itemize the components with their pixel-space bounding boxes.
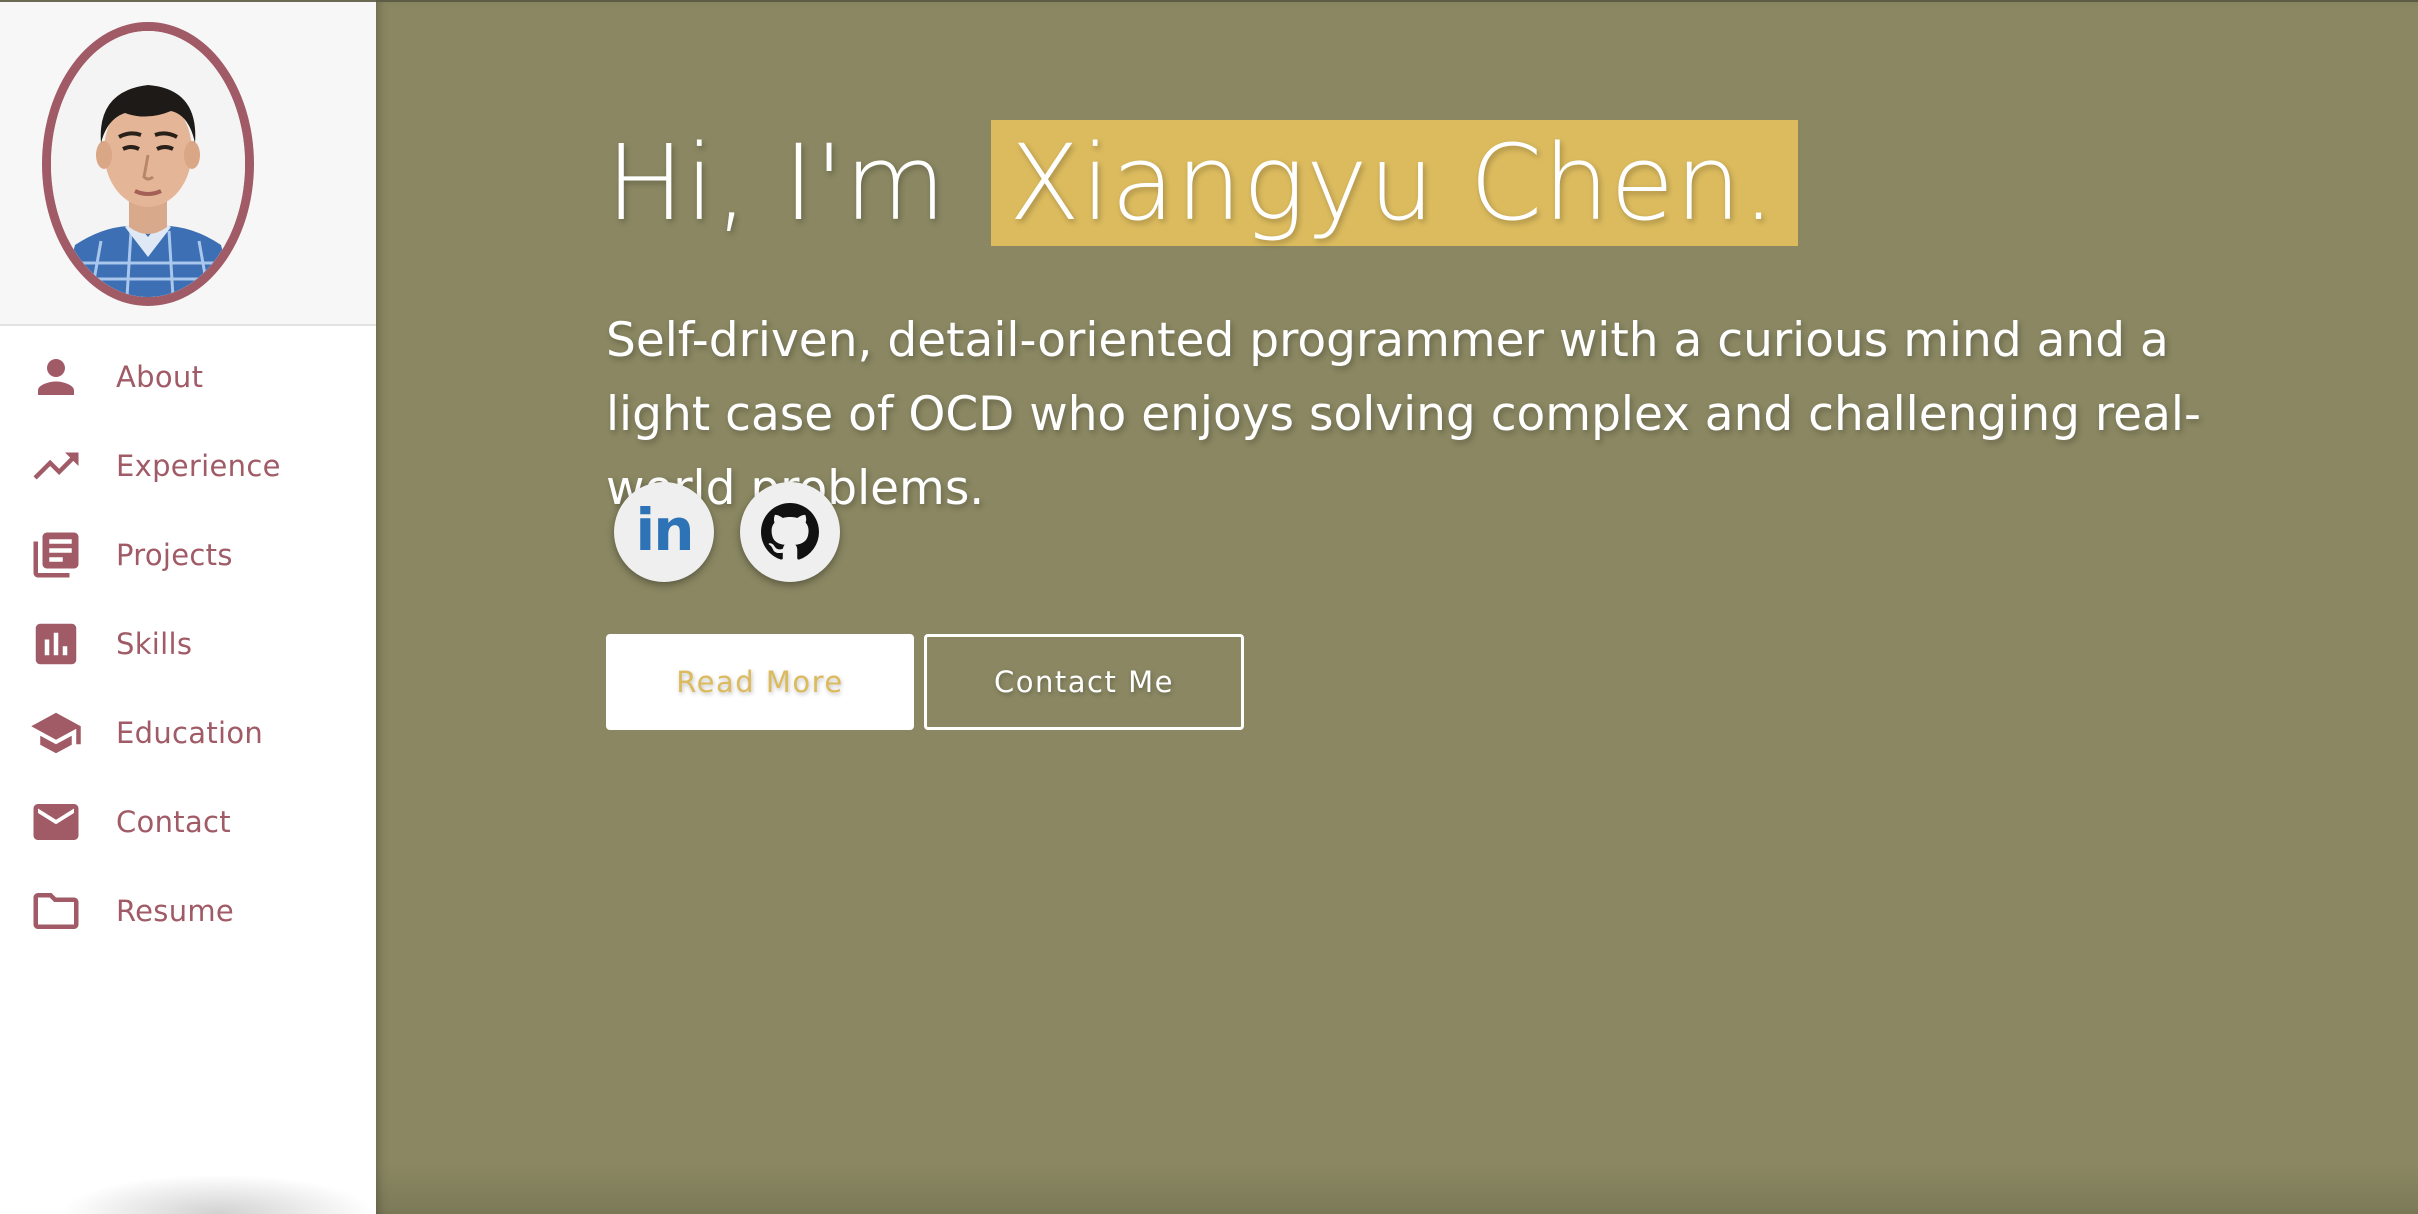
contact-me-button[interactable]: Contact Me [924, 634, 1244, 730]
hero-tagline: Self-driven, detail-oriented programmer … [606, 313, 2201, 516]
hero-actions: Read More Contact Me [606, 634, 1244, 730]
folder-icon [28, 883, 84, 939]
read-more-button[interactable]: Read More [606, 634, 914, 730]
bar-chart-icon [28, 616, 84, 672]
social-links: in [614, 482, 840, 582]
sidebar-item-label: Education [116, 715, 264, 750]
sidebar-item-contact[interactable]: Contact [0, 777, 376, 866]
avatar-portrait [51, 31, 245, 297]
name-highlight: Xiangyu Chen. [990, 120, 1799, 246]
linkedin-icon: in [635, 496, 694, 564]
profile-area [0, 2, 376, 326]
sidebar-item-experience[interactable]: Experience [0, 421, 376, 510]
sidebar-item-education[interactable]: Education [0, 688, 376, 777]
github-icon [761, 503, 819, 560]
hero-section: Hi, I'm Xiangyu Chen. Self-driven, detai… [376, 0, 2418, 1214]
page: About Experience Projects Skills Educati… [0, 0, 2418, 1214]
sidebar-item-about[interactable]: About [0, 332, 376, 421]
sidebar-item-label: Resume [116, 893, 235, 928]
graduation-cap-icon [28, 705, 84, 761]
sidebar-nav: About Experience Projects Skills Educati… [0, 332, 376, 955]
sidebar-item-resume[interactable]: Resume [0, 866, 376, 955]
sidebar-item-label: Projects [116, 537, 233, 572]
mail-icon [28, 794, 84, 850]
sidebar: About Experience Projects Skills Educati… [0, 0, 376, 1214]
github-button[interactable] [740, 482, 840, 582]
avatar[interactable] [42, 22, 254, 306]
sidebar-item-label: Skills [116, 626, 193, 661]
greeting-text: Hi, I'm [606, 122, 947, 244]
sidebar-shadow [60, 1174, 376, 1214]
person-icon [28, 349, 84, 405]
hero-headline: Hi, I'm Xiangyu Chen. [606, 120, 1799, 246]
sidebar-item-label: About [116, 359, 204, 394]
sidebar-item-label: Experience [116, 448, 281, 483]
sidebar-item-skills[interactable]: Skills [0, 599, 376, 688]
sidebar-item-projects[interactable]: Projects [0, 510, 376, 599]
linkedin-button[interactable]: in [614, 482, 714, 582]
library-books-icon [28, 527, 84, 583]
hero-bottom-shadow [376, 1164, 2418, 1214]
trending-up-icon [28, 438, 84, 494]
sidebar-item-label: Contact [116, 804, 231, 839]
